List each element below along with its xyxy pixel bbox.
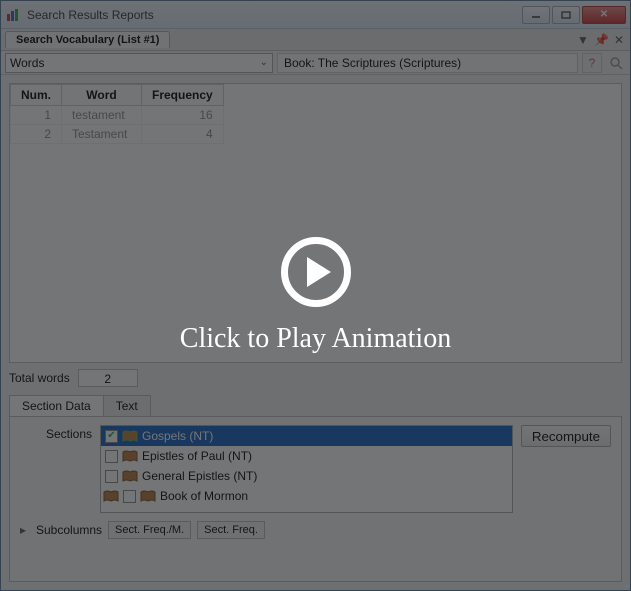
play-overlay[interactable]: Click to Play Animation (0, 0, 631, 591)
play-icon (281, 237, 351, 307)
overlay-text: Click to Play Animation (180, 323, 451, 355)
